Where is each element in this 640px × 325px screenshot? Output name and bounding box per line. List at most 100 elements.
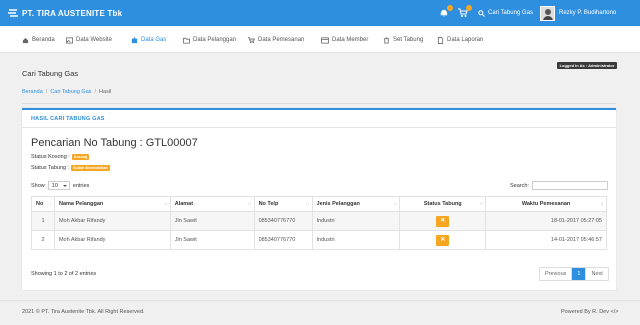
main-nav: Beranda Data Website Data Gas Data Pelan…	[0, 26, 640, 53]
col-label: Jenis Pelanggan	[316, 201, 360, 207]
col-header-nama[interactable]: Nama Pelanggan ↑↓	[53, 196, 171, 212]
col-label: Alamat	[174, 201, 194, 207]
breadcrumb-beranda[interactable]: Beranda	[22, 89, 43, 95]
cell-telp: 085340776770	[253, 211, 313, 231]
status-tabung-badge: Sudah dikembalikan	[71, 165, 110, 171]
user-name: Rezky P. Budihartono	[559, 10, 617, 16]
nav-data-member[interactable]: Data Member	[321, 35, 368, 45]
page-title: Cari Tabung Gas	[22, 69, 79, 78]
top-bar: PT. TIRA AUSTENITE Tbk Cari Tabung Gas R…	[0, 0, 640, 26]
status-kosong-badge: Kosong	[71, 154, 90, 160]
brand-name: PT. TIRA AUSTENITE Tbk	[22, 8, 123, 18]
nav-label: Data Member	[332, 37, 369, 43]
pagination-next[interactable]: Next	[585, 268, 607, 280]
notification-badge	[447, 5, 453, 11]
cart-badge	[466, 5, 472, 11]
table-row: 2 Moh Akbar Rifandy Jln Sawit 0853407767…	[31, 230, 607, 250]
table-row: 1 Moh Akbar Rifandy Jln Sawit 0853407767…	[31, 211, 607, 231]
col-label: Nama Pelanggan	[58, 201, 104, 207]
cell-no: 1	[31, 211, 55, 231]
brand[interactable]: PT. TIRA AUSTENITE Tbk	[8, 7, 122, 19]
divider	[22, 103, 616, 104]
cell-status: ✕	[399, 211, 487, 231]
cell-status: ✕	[399, 230, 487, 250]
sort-asc-icon: ↓	[49, 201, 51, 207]
search-label: Search:	[510, 182, 529, 189]
nav-label: Beranda	[32, 37, 55, 43]
table-header-row: No ↓ Nama Pelanggan ↑↓ Alamat ↑↓ No Telp ↑↓ …	[31, 196, 607, 212]
cell-nama: Moh Akbar Rifandy	[53, 211, 171, 231]
status-x-button[interactable]: ✕	[436, 234, 450, 246]
nav-label: Data Pemesanan	[258, 37, 305, 43]
col-label: No	[36, 201, 44, 207]
nav-label: Data Pelanggan	[193, 37, 237, 43]
cell-nama: Moh Akbar Rifandy	[53, 230, 171, 250]
trash-icon	[383, 36, 390, 44]
search-tabung-link[interactable]: Cari Tabung Gas	[478, 8, 533, 18]
cell-no: 2	[31, 230, 55, 250]
brand-logo-icon	[8, 9, 18, 17]
nav-data-website[interactable]: Data Website	[66, 35, 112, 45]
col-header-jenis[interactable]: Jenis Pelanggan ↑↓	[311, 196, 401, 212]
footer-copyright: 2021 © PT. Tira Austenite Tbk. All Right…	[22, 309, 145, 315]
cell-alamat: Jln Sawit	[169, 230, 255, 250]
cell-telp: 085340776770	[253, 230, 313, 250]
col-header-telp[interactable]: No Telp ↑↓	[253, 196, 313, 212]
breadcrumb: Beranda / Cari Tabung Gas / Hasil	[22, 89, 111, 95]
search-input[interactable]	[531, 181, 608, 190]
col-label: Waktu Pemesanan	[521, 201, 571, 207]
col-header-alamat[interactable]: Alamat ↑↓	[169, 196, 255, 212]
nav-data-pemesanan[interactable]: Data Pemesanan	[248, 35, 304, 45]
show-entries: Show 10 entries	[31, 181, 89, 190]
status-tabung: Status Tabung : Sudah dikembalikan	[31, 165, 110, 171]
col-label: Status Tabung	[423, 201, 462, 207]
table-info: Showing 1 to 2 of 2 entries	[31, 271, 97, 277]
status-kosong: Status Kosong : Kosong	[31, 154, 90, 160]
sort-icon: ↑↓	[479, 201, 483, 207]
nav-label: Data Website	[76, 37, 112, 43]
col-header-waktu[interactable]: Waktu Pemesanan ↑↓	[485, 196, 607, 212]
search-icon	[478, 9, 485, 17]
entries-label: entries	[72, 182, 90, 189]
pagination-page-1[interactable]: 1	[572, 268, 586, 280]
status-tabung-label: Status Tabung :	[31, 165, 70, 171]
card-icon	[321, 36, 329, 44]
nav-set-tabung[interactable]: Set Tabung	[383, 35, 423, 45]
status-x-button[interactable]: ✕	[436, 215, 450, 227]
footer-powered-by: Powered By R. Dev </>	[561, 309, 619, 315]
home-icon	[22, 37, 29, 43]
avatar	[540, 5, 555, 21]
nav-data-pelanggan[interactable]: Data Pelanggan	[183, 35, 236, 45]
sort-icon: ↑↓	[305, 201, 310, 207]
notification-bell-icon[interactable]	[439, 5, 453, 18]
search-tabung-label: Cari Tabung Gas	[488, 10, 533, 16]
footer-divider	[0, 300, 640, 301]
sort-icon: ↑↓	[163, 201, 168, 207]
nav-data-gas[interactable]: Data Gas	[131, 35, 166, 45]
cart-icon	[248, 36, 255, 43]
cart-icon[interactable]	[458, 5, 472, 18]
cell-waktu: 14-01-2017 05:46:57	[485, 230, 607, 250]
cell-jenis: Industri	[311, 230, 401, 250]
folder-icon	[183, 37, 190, 44]
col-header-status[interactable]: Status Tabung ↑↓	[399, 196, 487, 212]
nav-beranda[interactable]: Beranda	[22, 35, 55, 45]
pagination-previous[interactable]: Previous	[540, 268, 573, 280]
card-divider	[22, 127, 616, 128]
sort-icon: ↑↓	[393, 201, 397, 207]
col-header-no[interactable]: No ↓	[31, 196, 55, 212]
breadcrumb-separator: /	[94, 89, 97, 95]
logged-in-badge: Logged In As : Administrator	[557, 62, 617, 69]
user-menu[interactable]: Rezky P. Budihartono	[540, 5, 616, 21]
breadcrumb-hasil: Hasil	[99, 89, 112, 95]
nav-data-laporan[interactable]: Data Laporan	[437, 35, 483, 45]
col-label: No Telp	[258, 201, 279, 207]
nav-label: Data Laporan	[447, 37, 484, 43]
breadcrumb-cari-tabung[interactable]: Cari Tabung Gas	[50, 89, 91, 95]
show-label: Show	[31, 182, 45, 189]
breadcrumb-separator: /	[45, 89, 48, 95]
entries-select[interactable]: 10	[47, 181, 70, 190]
pagination: Previous 1 Next	[539, 267, 609, 281]
file-icon	[437, 36, 444, 44]
card-header: HASIL CARI TABUNG GAS	[31, 116, 105, 122]
